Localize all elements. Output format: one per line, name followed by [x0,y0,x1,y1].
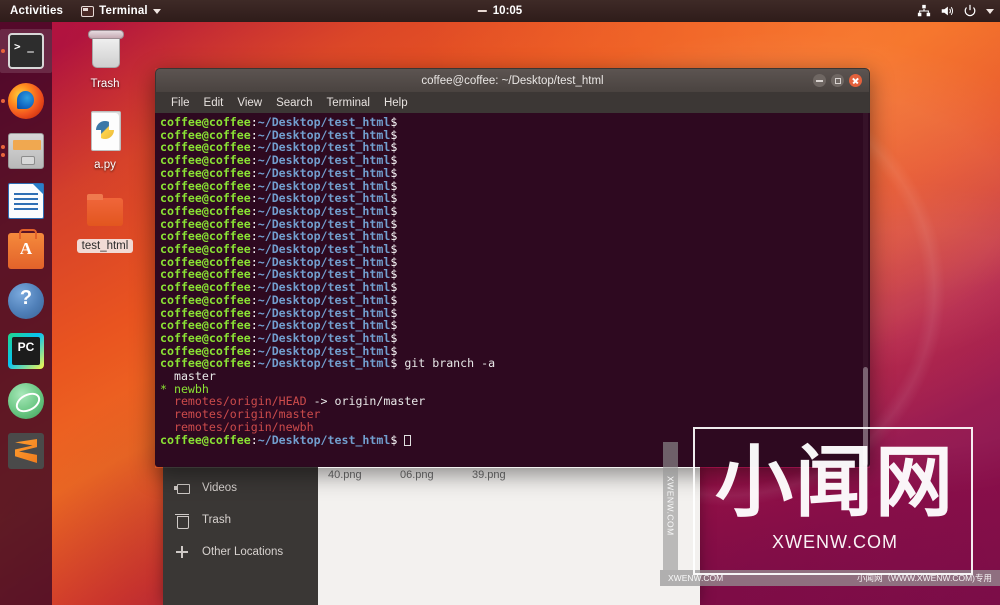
help-icon [8,283,44,319]
launcher-item-help[interactable] [0,276,52,326]
unity-launcher [0,22,52,605]
caret-down-icon[interactable] [986,8,994,14]
terminal-command-line: coffee@coffee:~/Desktop/test_html$ git b… [160,357,869,370]
menu-edit[interactable]: Edit [198,96,230,110]
terminal-title: coffee@coffee: ~/Desktop/test_html [421,74,604,87]
sidebar-item-label: Videos [202,482,237,494]
launcher-item-writer[interactable] [0,176,52,226]
file-item[interactable]: 39.png [472,469,544,481]
launcher-item-atom[interactable] [0,376,52,426]
sidebar-item-label: Other Locations [202,546,284,558]
app-menu-terminal[interactable]: Terminal [72,0,170,22]
running-pip-icon [1,145,5,149]
menu-view[interactable]: View [231,96,268,110]
launcher-item-files[interactable] [0,126,52,176]
chevron-down-icon [152,8,161,14]
launcher-item-software[interactable] [0,226,52,276]
close-button[interactable] [849,74,862,87]
desktop-icon-trash[interactable]: Trash [63,26,147,91]
menu-search[interactable]: Search [270,96,318,110]
terminal-active-prompt-line[interactable]: coffee@coffee:~/Desktop/test_html$ [160,432,869,447]
running-pip-icon [1,49,5,53]
prompt-colon: : [250,356,258,371]
top-bar: Activities Terminal 10:05 [0,0,1000,22]
sidebar-item-videos[interactable]: Videos [163,472,318,504]
notification-dash-icon [477,10,487,12]
atom-icon [8,383,44,419]
terminal-lines: coffee@coffee:~/Desktop/test_html$ coffee… [160,116,869,446]
trash-icon [174,512,190,529]
sidebar-item-other-locations[interactable]: Other Locations [163,536,318,568]
files-content-area[interactable]: 40.png 06.png 39.png [318,466,700,605]
desktop-icon-label: a.py [94,159,116,171]
desktop-icon-label: test_html [76,239,134,253]
output-suffix: -> origin/master [306,394,426,409]
terminal-output-line: master [160,370,869,383]
plus-icon [174,544,190,560]
pycharm-icon [8,333,44,369]
maximize-button[interactable] [831,74,844,87]
terminal-cursor [404,434,412,446]
network-icon[interactable] [917,4,931,18]
desktop-icon-a-py[interactable]: a.py [63,107,147,172]
trash-icon [81,26,129,74]
terminal-icon [8,33,44,69]
launcher-item-firefox[interactable] [0,76,52,126]
terminal-titlebar[interactable]: coffee@coffee: ~/Desktop/test_html [155,68,870,92]
terminal-scrollbar[interactable] [863,113,868,466]
app-menu-label: Terminal [99,5,148,17]
prompt-user: coffee@coffee [160,432,251,447]
writer-icon [8,183,44,219]
power-icon[interactable] [963,4,977,18]
terminal-menubar: File Edit View Search Terminal Help [155,92,870,113]
window-controls [813,74,862,87]
terminal-command-text: git branch -a [397,356,496,371]
activities-label: Activities [10,5,64,17]
desktop-icon-label: Trash [90,78,120,90]
terminal-output-area[interactable]: coffee@coffee:~/Desktop/test_html$ coffee… [155,113,870,467]
file-item[interactable]: 40.png [328,469,400,481]
video-icon [174,480,190,496]
terminal-window[interactable]: coffee@coffee: ~/Desktop/test_html File … [155,68,870,468]
terminal-app-icon [81,5,95,17]
files-sidebar: Videos Trash Other Locations [163,466,318,605]
clock-button[interactable]: 10:05 [477,5,523,17]
sublime-text-icon [8,433,44,469]
launcher-item-terminal[interactable] [0,26,52,76]
files-icon [8,133,44,169]
running-pip-icon [1,153,5,157]
activities-button[interactable]: Activities [0,0,72,22]
desktop-screen: Activities Terminal 10:05 > _ A ? PC Tra… [0,0,1000,605]
python-file-icon [81,107,129,155]
prompt-path: ~/Desktop/test_html [257,432,391,447]
sidebar-item-trash[interactable]: Trash [163,504,318,536]
volume-icon[interactable] [940,4,954,18]
launcher-item-pycharm[interactable] [0,326,52,376]
menu-help[interactable]: Help [378,96,414,110]
file-list-row: 40.png 06.png 39.png [318,469,700,481]
scrollbar-thumb[interactable] [863,367,868,466]
menu-terminal[interactable]: Terminal [321,96,376,110]
file-item[interactable]: 06.png [400,469,472,481]
firefox-icon [8,83,44,119]
sidebar-item-label: Trash [202,514,231,526]
prompt-colon: : [250,432,258,447]
ubuntu-software-icon [8,229,44,269]
menu-file[interactable]: File [165,96,196,110]
system-indicators[interactable] [917,4,994,18]
minimize-button[interactable] [813,74,826,87]
launcher-item-sublime[interactable] [0,426,52,476]
desktop-icon-test-html[interactable]: test_html [63,188,147,253]
clock-label: 10:05 [492,5,523,17]
folder-icon [81,188,129,236]
running-pip-icon [1,99,5,103]
files-window[interactable]: Videos Trash Other Locations 40.png 06.p… [163,466,700,605]
prompt-path: ~/Desktop/test_html [257,356,391,371]
